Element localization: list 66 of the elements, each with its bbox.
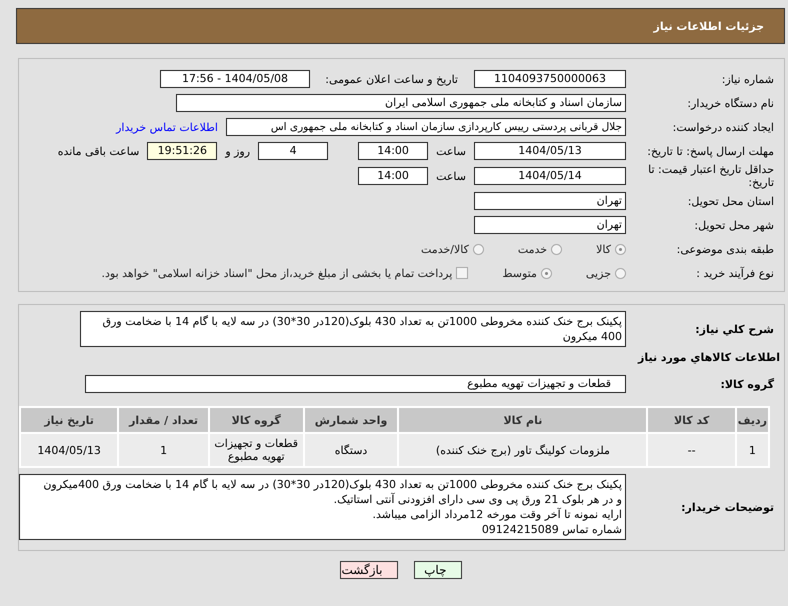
validity-time-field: 14:00 (358, 167, 428, 185)
field-label: شماره نیاز: (720, 72, 775, 86)
checkbox[interactable] (456, 267, 468, 279)
field-label: تاریخ و ساعت اعلان عمومی: (324, 72, 458, 86)
requester-field: جلال قربانی پردستی رییس کارپردازی سازمان اسناد و کتابخانه ملی جمهوری اس (226, 118, 626, 136)
radio-button[interactable] (615, 268, 626, 278)
field-label: استان محل تحویل: (686, 194, 775, 208)
radio-label: کالا (596, 242, 611, 256)
city-field: تهران (474, 216, 626, 234)
radio-label: جزیی (586, 266, 611, 280)
table-cell: -- (648, 434, 735, 466)
radio-label: متوسط (502, 266, 537, 280)
column-header: ردیف (736, 408, 768, 432)
description-field: پکینک برج خنک کننده مخروطی 1000تن به تعداد 430 بلوک(120در 30*30) در سه لایه با گام 14 با ضخامت ورق 400 میکرون (80, 311, 626, 347)
days-label: روز و (225, 144, 250, 158)
note-line: و در هر بلوک 21 ورق پی وی سی دارای افزودنی آنتی استاتیک. (332, 492, 622, 507)
remaining-label: ساعت باقی مانده (58, 144, 140, 158)
remaining-time-field: 19:51:26 (147, 142, 218, 160)
column-header: کد کالا (648, 408, 735, 432)
action-button[interactable]: چاپ (414, 561, 462, 579)
field-label: طبقه بندی موضوعی: (676, 242, 775, 256)
radio-button[interactable] (540, 268, 552, 278)
time-label: ساعت (436, 170, 466, 182)
note-line: پکینک برج خنک کننده مخروطی 1000تن به تعداد 430 بلوک(120در 30*30) در سه لایه با گام 14 با ضخامت ورق 400میکرون (42, 477, 622, 492)
goods-group-field: قطعات و تجهیزات تهویه مطبوع (85, 375, 626, 393)
column-header: تعداد / مقدار (119, 408, 208, 432)
need-number-field: 1104093750000063 (474, 70, 626, 88)
column-header: تاریخ نیاز (21, 408, 118, 432)
table-cell: دستگاه (304, 434, 398, 466)
field-label: ایجاد کننده درخواست: (672, 120, 775, 134)
radio-label: کالا/خدمت (421, 242, 469, 256)
note-line: ارایه نمونه تا آخر وقت مورخه 12مرداد الزامی میباشد. (371, 507, 622, 522)
field-label: حداقل تاریخ اعتبار قیمت: تا تاریخ: (647, 163, 775, 189)
table-cell: قطعات و تجهیزات تهویه مطبوع (210, 434, 303, 466)
announce-date-field: 1404/05/08 - 17:56 (160, 70, 310, 88)
note-line: شماره تماس 09124215089 (480, 522, 622, 537)
field-label: توضیحات خریدار: (680, 500, 775, 514)
days-field: 4 (258, 142, 328, 160)
page-title: جزئیات اطلاعات نیاز (654, 20, 764, 32)
field-label: گروه کالا: (719, 378, 775, 390)
deadline-time-field: 14:00 (358, 142, 428, 160)
radio-button[interactable] (551, 244, 562, 254)
deadline-date-field: 1404/05/13 (474, 142, 626, 160)
time-label: ساعت (436, 144, 466, 158)
section-title: اطلاعات کالاهاي مورد نياز (636, 351, 781, 364)
field-label: شهر محل تحویل: (693, 218, 775, 232)
field-label: نام دستگاه خریدار: (686, 96, 775, 110)
table-cell: 1404/05/13 (21, 434, 118, 466)
column-header: گروه کالا (210, 408, 303, 432)
field-label: نوع فرآیند خرید : (695, 266, 775, 280)
field-label: مهلت ارسال پاسخ: تا تاریخ: (646, 144, 775, 158)
table-cell: ملزومات کولینگ تاور (برج خنک کننده) (399, 434, 646, 466)
column-header: واحد شمارش (304, 408, 398, 432)
province-field: تهران (474, 192, 626, 210)
buyer-contact-link[interactable]: اطلاعات تماس خریدار (116, 120, 218, 134)
action-button[interactable]: بازگشت (340, 561, 398, 579)
field-label: شرح کلي نياز: (694, 322, 775, 336)
radio-label: خدمت (518, 242, 548, 256)
table-cell: 1 (736, 434, 768, 466)
radio-button[interactable] (472, 244, 484, 254)
buyer-org-field: سازمان اسناد و کتابخانه ملی جمهوری اسلامی ایران (176, 94, 626, 112)
radio-button[interactable] (615, 244, 626, 254)
checkbox-label: پرداخت تمام یا بخشی از مبلغ خرید،از محل "اسناد خزانه اسلامی" خواهد بود. (102, 266, 452, 280)
column-header: نام کالا (399, 408, 646, 432)
validity-date-field: 1404/05/14 (474, 167, 626, 185)
table-cell: 1 (119, 434, 208, 466)
